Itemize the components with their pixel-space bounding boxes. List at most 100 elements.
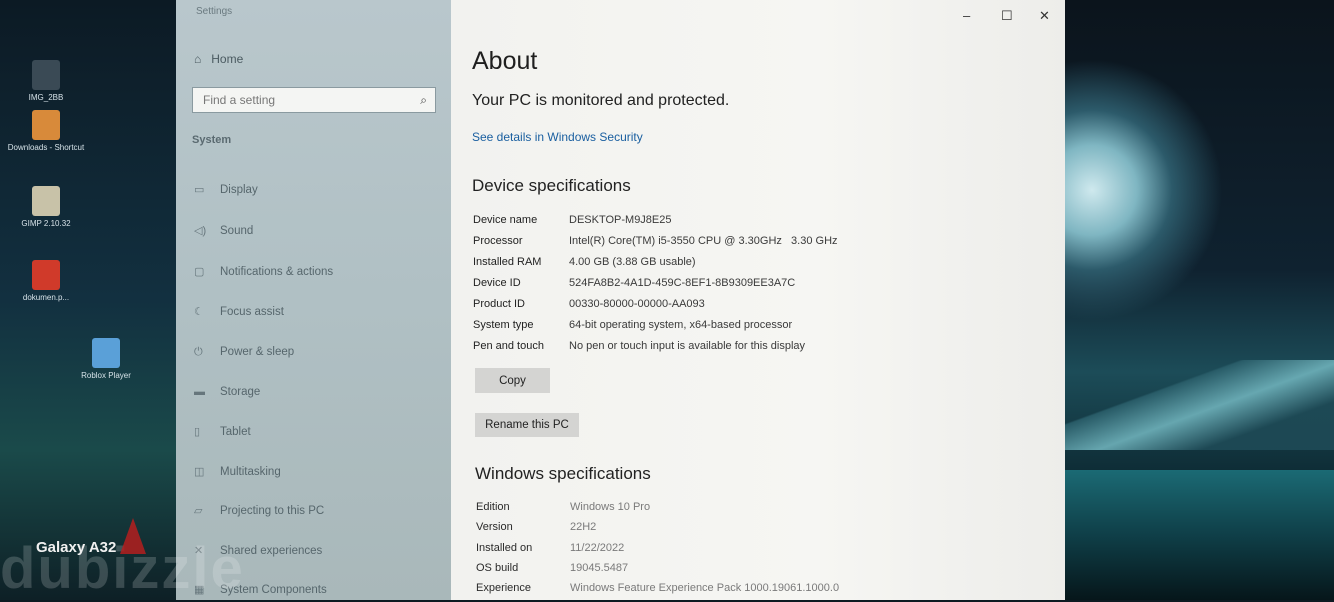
- spec-value: Windows Feature Experience Pack 1000.190…: [570, 582, 840, 594]
- spec-value: Windows 10 Pro: [570, 501, 651, 513]
- spec-value: Intel(R) Core(TM) i5-3550 CPU @ 3.30GHz …: [569, 235, 838, 247]
- spec-key: Version: [476, 521, 513, 533]
- storage-icon: ▬: [194, 386, 205, 398]
- spec-value: 00330-80000-00000-AA093: [569, 298, 705, 310]
- sound-icon: ◁): [194, 225, 207, 237]
- spec-value: 22H2: [570, 521, 597, 533]
- search-icon[interactable]: ⌕: [420, 93, 427, 108]
- page-title: About: [472, 47, 538, 75]
- multitasking-icon: ◫: [194, 466, 205, 478]
- spec-value: No pen or touch input is available for t…: [569, 340, 806, 352]
- spec-key: Installed on: [476, 542, 533, 554]
- spec-key: Processor: [473, 235, 523, 247]
- sidebar-item-projecting[interactable]: ▱ Projecting to this PC: [194, 505, 324, 517]
- windows-security-link[interactable]: See details in Windows Security: [472, 130, 643, 144]
- search-box[interactable]: ⌕: [192, 87, 436, 113]
- desktop-icon-roblox[interactable]: Roblox Player: [66, 338, 146, 381]
- sidebar-item-focus-assist[interactable]: ☾ Focus assist: [194, 306, 284, 318]
- desktop-icon-label: Roblox Player: [81, 371, 131, 380]
- desktop-icon-downloads[interactable]: Downloads - Shortcut: [6, 110, 86, 153]
- roblox-icon: [92, 338, 120, 368]
- minimize-button[interactable]: –: [963, 8, 970, 23]
- copy-button[interactable]: Copy: [475, 368, 550, 393]
- spec-key: Product ID: [473, 298, 525, 310]
- spec-value: 19045.5487: [570, 562, 629, 574]
- win-row-os-build: OS build 19045.5487: [476, 562, 628, 574]
- sidebar-item-label: Home: [211, 52, 244, 66]
- spec-key: System type: [473, 319, 534, 331]
- logo-flame-icon: [120, 518, 146, 554]
- win-row-edition: Edition Windows 10 Pro: [476, 501, 650, 513]
- gimp-icon: [32, 186, 60, 216]
- settings-window: Settings ⌂ Home ⌕ System ▭ Display ◁) So…: [176, 0, 1065, 600]
- protection-status: Your PC is monitored and protected.: [472, 92, 730, 109]
- spec-key: Device name: [473, 214, 538, 226]
- home-icon: ⌂: [194, 52, 202, 66]
- wallpaper-mountains: [1055, 360, 1334, 450]
- sidebar-item-label: Tablet: [220, 426, 251, 438]
- search-input[interactable]: [201, 92, 405, 108]
- desktop-icon-label: GIMP 2.10.32: [21, 219, 71, 228]
- desktop-icon-pdf[interactable]: dokumen.p...: [6, 260, 86, 303]
- image-file-icon: [32, 60, 60, 90]
- spec-value: 4.00 GB (3.88 GB usable): [569, 256, 696, 268]
- sidebar-item-tablet[interactable]: ▯ Tablet: [194, 426, 251, 438]
- sidebar-item-multitasking[interactable]: ◫ Multitasking: [194, 466, 281, 478]
- spec-row-pen-touch: Pen and touch No pen or touch input is a…: [473, 340, 805, 352]
- sidebar-item-label: Power & sleep: [220, 346, 295, 358]
- focus-assist-icon: ☾: [194, 306, 204, 318]
- spec-row-processor: Processor Intel(R) Core(TM) i5-3550 CPU …: [473, 235, 838, 247]
- pdf-icon: [32, 260, 60, 290]
- spec-key: Device ID: [473, 277, 521, 289]
- sidebar-item-label: Notifications & actions: [220, 266, 334, 278]
- sidebar-item-label: Projecting to this PC: [220, 505, 325, 517]
- notifications-icon: ▢: [194, 266, 205, 278]
- win-row-experience: Experience Windows Feature Experience Pa…: [476, 582, 839, 594]
- spec-value: 11/22/2022: [570, 542, 625, 554]
- spec-row-installed-ram: Installed RAM 4.00 GB (3.88 GB usable): [473, 256, 696, 268]
- spec-key: Installed RAM: [473, 256, 542, 268]
- app-title: Settings: [196, 6, 233, 17]
- desktop-icon-label: IMG_2BB: [28, 93, 64, 102]
- device-specs-heading: Device specifications: [472, 176, 631, 195]
- windows-specs-heading: Windows specifications: [475, 464, 651, 483]
- desktop-icon-label: dokumen.p...: [22, 293, 70, 302]
- spec-row-product-id: Product ID 00330-80000-00000-AA093: [473, 298, 705, 310]
- spec-value: DESKTOP-M9J8E25: [569, 214, 672, 226]
- spec-key: Pen and touch: [473, 340, 544, 352]
- sidebar-section-title: System: [192, 134, 232, 146]
- spec-value: 64-bit operating system, x64-based proce…: [569, 319, 793, 331]
- sidebar-item-power[interactable]: ⏻ Power & sleep: [194, 346, 294, 358]
- sidebar-item-label: Sound: [220, 225, 254, 237]
- sidebar-item-label: Multitasking: [220, 466, 281, 478]
- sidebar-item-label: Storage: [220, 386, 261, 398]
- tablet-icon: ▯: [194, 426, 201, 438]
- desktop-icon-image[interactable]: IMG_2BB: [6, 60, 86, 103]
- sidebar-item-home[interactable]: ⌂ Home: [194, 52, 243, 66]
- spec-row-device-name: Device name DESKTOP-M9J8E25: [473, 214, 672, 226]
- sidebar-item-label: Display: [220, 184, 258, 196]
- sidebar-item-notifications[interactable]: ▢ Notifications & actions: [194, 266, 333, 278]
- spec-key: Experience: [476, 582, 532, 594]
- rename-pc-button[interactable]: Rename this PC: [475, 413, 579, 437]
- desktop-icon-gimp[interactable]: GIMP 2.10.32: [6, 186, 86, 229]
- spec-value: 524FA8B2-4A1D-459C-8EF1-8B9309EE3A7C: [569, 277, 796, 289]
- spec-key: Edition: [476, 501, 510, 513]
- win-row-installed-on: Installed on 11/22/2022: [476, 542, 624, 554]
- spec-key: OS build: [476, 562, 519, 574]
- sidebar-item-sound[interactable]: ◁) Sound: [194, 225, 253, 237]
- settings-sidebar: Settings ⌂ Home ⌕ System ▭ Display ◁) So…: [176, 0, 451, 600]
- maximize-button[interactable]: ☐: [1001, 8, 1013, 24]
- spec-row-system-type: System type 64-bit operating system, x64…: [473, 319, 792, 331]
- projecting-icon: ▱: [194, 505, 203, 517]
- camera-watermark: Galaxy A32: [36, 539, 117, 556]
- desktop-icon-label: Downloads - Shortcut: [7, 143, 85, 152]
- about-page: – ☐ ✕ About Your PC is monitored and pro…: [451, 0, 1065, 600]
- spec-row-device-id: Device ID 524FA8B2-4A1D-459C-8EF1-8B9309…: [473, 277, 795, 289]
- win-row-version: Version 22H2: [476, 521, 596, 533]
- wallpaper-water: [1055, 470, 1334, 600]
- sidebar-item-storage[interactable]: ▬ Storage: [194, 386, 260, 398]
- folder-icon: [32, 110, 60, 140]
- sidebar-item-display[interactable]: ▭ Display: [194, 184, 258, 196]
- close-button[interactable]: ✕: [1039, 8, 1050, 24]
